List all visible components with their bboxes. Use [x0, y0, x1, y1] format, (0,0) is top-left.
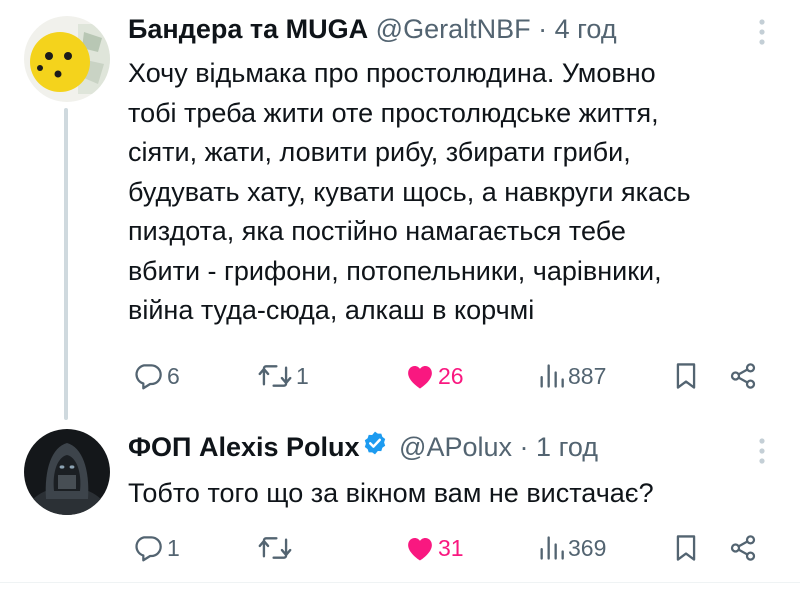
verified-badge-icon — [362, 429, 388, 465]
tweet-actions: 6 1 26 887 — [0, 356, 800, 396]
more-vertical-icon — [759, 438, 765, 464]
author-handle[interactable]: @GeraltNBF — [376, 14, 531, 44]
dark-hooded-figure-avatar-icon — [24, 429, 110, 515]
bookmark-icon — [676, 535, 696, 561]
yellow-smiley-avatar-icon — [24, 16, 110, 102]
retweet-icon — [258, 365, 292, 387]
avatar[interactable] — [24, 16, 110, 102]
tweet-text-line: будувать хату, кувати щось, а навкруги я… — [128, 176, 691, 207]
tweet-text-line: Хочу відьмака про простолюдина. Умовно — [128, 58, 656, 88]
tweet-2[interactable]: ФОП Alexis Polux @APolux · 1 год Тобто т… — [0, 410, 800, 585]
views-button[interactable]: 887 — [537, 356, 606, 396]
more-vertical-icon — [759, 19, 765, 45]
reply-count: 1 — [167, 534, 180, 561]
heart-filled-icon — [408, 366, 432, 389]
share-nodes-icon — [730, 363, 756, 389]
reply-icon — [135, 364, 162, 390]
heart-filled-icon — [408, 538, 432, 561]
views-count: 887 — [568, 362, 607, 389]
tweet-actions: 1 31 369 — [0, 528, 800, 568]
views-count: 369 — [568, 534, 607, 561]
more-options-button[interactable] — [758, 437, 766, 465]
reply-button[interactable]: 6 — [132, 356, 180, 396]
tweet-text-line: війна туда-сюда, алкаш в корчмі — [128, 295, 535, 325]
more-options-button[interactable] — [758, 18, 766, 46]
avatar[interactable] — [24, 429, 110, 515]
tweet-1[interactable]: Бандера та MUGA @GeraltNBF · 4 год Хочу … — [0, 0, 800, 420]
tweet-text-line: пиздота, яка постійно намагається тебе — [128, 216, 626, 246]
reply-count: 6 — [167, 362, 180, 389]
retweet-count: 1 — [296, 362, 309, 389]
author-handle[interactable]: @APolux — [399, 432, 512, 462]
tweet-timestamp[interactable]: 4 год — [555, 14, 617, 44]
views-chart-icon — [540, 364, 564, 388]
author-display-name[interactable]: Бандера та MUGA — [128, 14, 368, 44]
tweet-text-line: Тобто того що за вікном вам не вистачає? — [128, 478, 654, 508]
reply-icon — [135, 536, 162, 562]
bookmark-icon — [676, 363, 696, 389]
tweet-text-line: сіяти, жати, ловити рибу, збирати гриби, — [128, 137, 631, 167]
tweet-text-line: тобі треба жити оте простолюдське життя, — [128, 97, 659, 128]
meta-separator: · — [519, 432, 529, 462]
meta-separator: · — [538, 14, 548, 44]
tweet-text: Тобто того що за вікном вам не вистачає? — [128, 474, 778, 514]
bookmark-button[interactable] — [672, 356, 700, 396]
tweet-header: ФОП Alexis Polux @APolux · 1 год — [128, 429, 598, 465]
retweet-button[interactable] — [257, 528, 296, 568]
share-button[interactable] — [728, 356, 758, 396]
author-display-name[interactable]: ФОП Alexis Polux — [128, 432, 360, 462]
views-chart-icon — [540, 536, 564, 560]
like-count: 26 — [438, 362, 464, 389]
views-button[interactable]: 369 — [537, 528, 606, 568]
tweet-timestamp[interactable]: 1 год — [536, 432, 598, 462]
like-button[interactable]: 31 — [405, 528, 464, 568]
retweet-button[interactable]: 1 — [257, 356, 309, 396]
tweet-header: Бандера та MUGA @GeraltNBF · 4 год — [128, 11, 617, 47]
tweet-text-line: вбити - грифони, потопельники, чарівники… — [128, 255, 662, 286]
bookmark-button[interactable] — [672, 528, 700, 568]
like-button[interactable]: 26 — [405, 356, 464, 396]
tweet-divider — [0, 582, 800, 583]
like-count: 31 — [438, 534, 464, 561]
reply-button[interactable]: 1 — [132, 528, 180, 568]
retweet-icon — [258, 537, 292, 559]
share-nodes-icon — [730, 535, 756, 561]
share-button[interactable] — [728, 528, 758, 568]
tweet-text: Хочу відьмака про простолюдина. Умовно т… — [128, 54, 778, 331]
